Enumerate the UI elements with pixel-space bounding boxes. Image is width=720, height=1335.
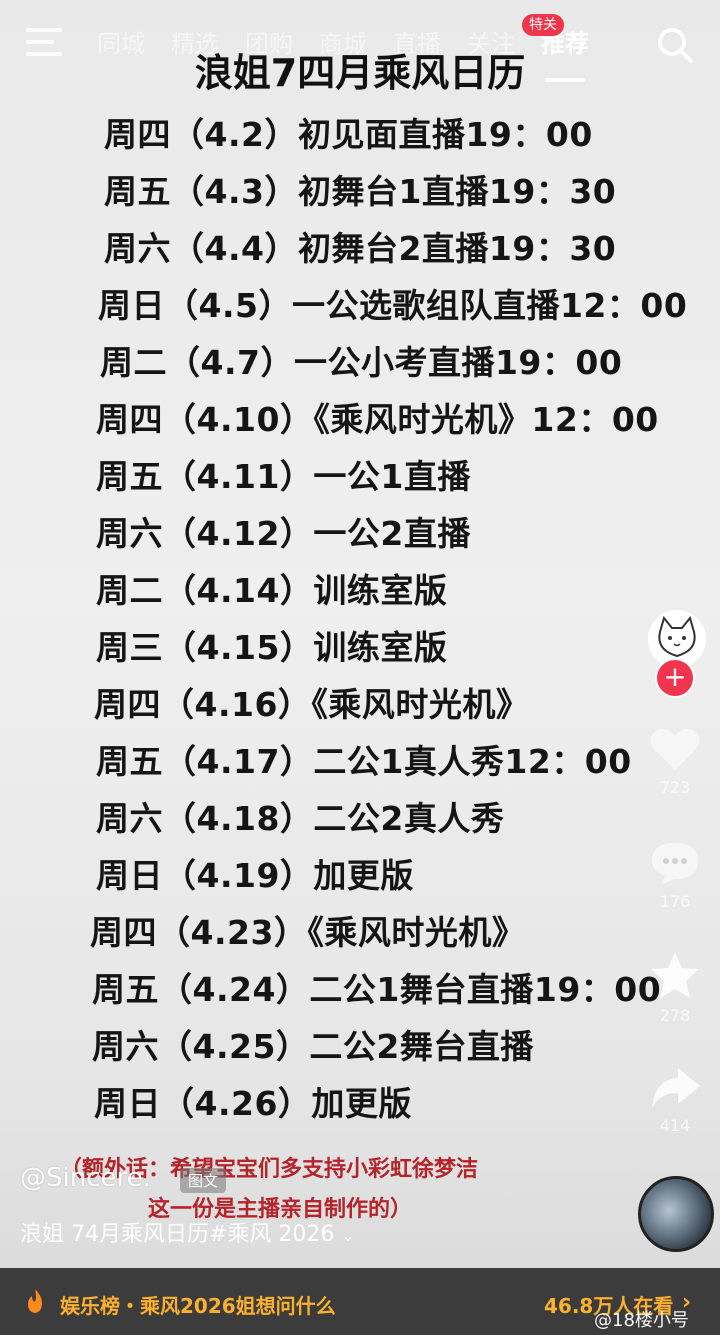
share-button[interactable]: 414	[640, 1066, 710, 1135]
comment-icon	[652, 843, 698, 884]
tab-following[interactable]: 关注	[454, 24, 528, 68]
schedule-row: 周四（4.23）《乘风时光机》	[90, 913, 526, 952]
expand-chevron-icon[interactable]: ⌄	[341, 1226, 354, 1245]
top-nav: 同城 精选 团购 商城 直播 关注 推荐 特关	[0, 0, 720, 90]
tab-live[interactable]: 直播	[380, 24, 454, 68]
schedule-row: 周五（4.24）二公1舞台直播19：00	[92, 970, 662, 1009]
schedule-row: 周日（4.19）加更版	[96, 856, 414, 895]
schedule-row: 周六（4.18）二公2真人秀	[96, 799, 505, 838]
post-type-tag: 图文	[180, 1168, 227, 1193]
schedule-row: 周六（4.25）二公2舞台直播	[92, 1027, 534, 1066]
tab-group-buy[interactable]: 团购	[232, 24, 306, 68]
schedule-row: 周六（4.12）一公2直播	[96, 514, 471, 553]
schedule-row: 周二（4.14）训练室版	[96, 571, 448, 610]
schedule-row: 周二（4.7）一公小考直播19：00	[100, 343, 623, 382]
tab-mall[interactable]: 商城	[306, 24, 380, 68]
following-badge: 特关	[522, 14, 564, 36]
schedule-row: 周五（4.3）初舞台1直播19：30	[104, 172, 617, 211]
tab-featured[interactable]: 精选	[158, 24, 232, 68]
author-handle[interactable]: @Sincere.	[20, 1163, 151, 1193]
favorite-count: 278	[659, 1006, 691, 1025]
schedule-row: 周日（4.5）一公选歌组队直播12：00	[98, 286, 688, 325]
follow-button[interactable]: +	[655, 658, 695, 698]
schedule-row: 周三（4.15）训练室版	[96, 628, 448, 667]
schedule-row: 周四（4.2）初见面直播19：00	[104, 115, 593, 154]
tab-same-city[interactable]: 同城	[84, 24, 158, 68]
weibo-watermark: @18楼小号	[594, 1310, 689, 1331]
screen: 浪姐7四月乘风日历 周四（4.2）初见面直播19：00 周五（4.3）初舞台1直…	[0, 0, 720, 1335]
share-count: 414	[659, 1116, 691, 1135]
comment-button[interactable]: 176	[640, 840, 710, 911]
search-icon[interactable]	[656, 26, 694, 64]
music-disc-icon[interactable]	[638, 1176, 714, 1252]
menu-icon[interactable]	[26, 28, 62, 58]
schedule-row: 周五（4.11）一公1直播	[96, 457, 471, 496]
schedule-row: 周日（4.26）加更版	[94, 1084, 412, 1123]
schedule-row: 周六（4.4）初舞台2直播19：30	[104, 229, 617, 268]
favorite-button[interactable]: 278	[640, 950, 710, 1025]
schedule-row: 周四（4.16）《乘风时光机》	[94, 685, 530, 724]
description-text: 浪姐 74月乘风日历#乘风 2026	[20, 1222, 335, 1247]
hot-list-text[interactable]: 娱乐榜・乘风2026姐想问什么	[60, 1290, 336, 1319]
schedule-row: 周四（4.10）《乘风时光机》12：00	[96, 400, 659, 439]
post-description[interactable]: 浪姐 74月乘风日历#乘风 2026 ⌄	[20, 1216, 355, 1248]
star-icon	[651, 952, 699, 998]
comment-count: 176	[659, 892, 691, 911]
fire-icon	[28, 1289, 42, 1313]
schedule-row: 周五（4.17）二公1真人秀12：00	[96, 742, 632, 781]
share-arrow-icon	[652, 1068, 700, 1108]
heart-icon	[650, 728, 700, 770]
like-button[interactable]: 723	[640, 726, 710, 797]
like-count: 723	[659, 778, 691, 797]
